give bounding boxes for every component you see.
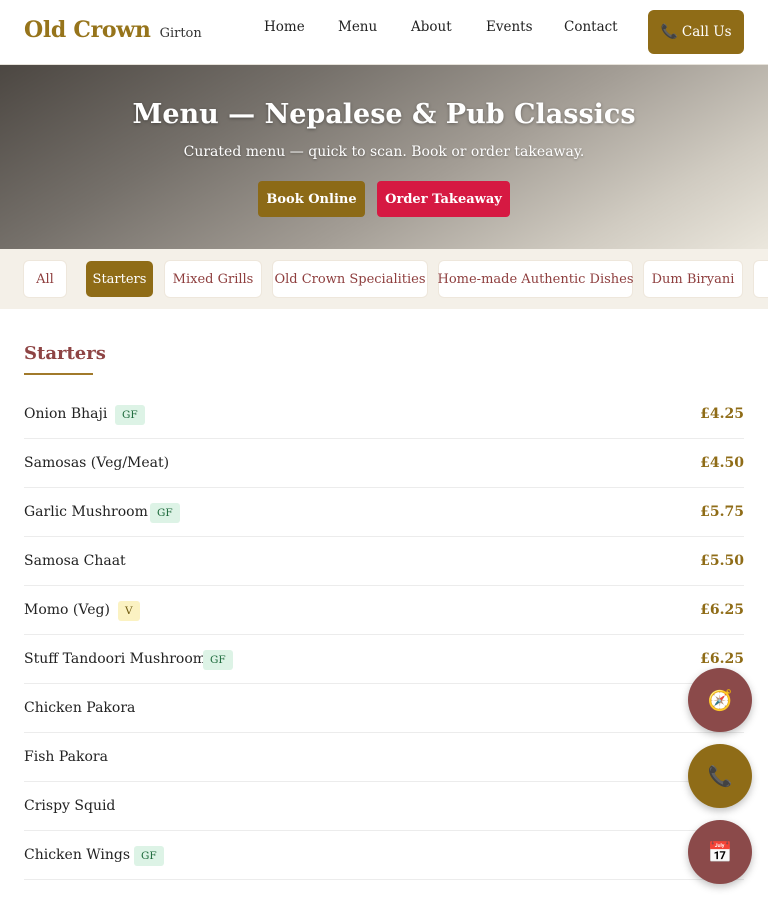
call-us-label: Call Us [681, 24, 732, 40]
calendar-icon: 📅 [707, 840, 733, 864]
menu-item-row[interactable]: Garlic Mushroom GF £5.75 [24, 488, 744, 537]
call-us-button[interactable]: 📞 Call Us [648, 10, 744, 54]
category-chip-dum-biryani[interactable]: Dum Biryani [644, 261, 742, 297]
compass-icon: 🧭 [707, 688, 733, 712]
hero-banner: Menu — Nepalese & Pub Classics Curated m… [0, 65, 768, 249]
category-filter-bar: All Starters Mixed Grills Old Crown Spec… [0, 249, 768, 309]
menu-item-price: £5.75 [700, 504, 744, 520]
menu-item-name: Stuff Tandoori Mushroom [24, 651, 207, 667]
category-chip-all[interactable]: All [24, 261, 66, 297]
nav-about[interactable]: About [411, 19, 452, 35]
category-chip-specialities[interactable]: Old Crown Specialities [273, 261, 427, 297]
hero-subtitle: Curated menu — quick to scan. Book or or… [183, 144, 585, 160]
menu-item-price: £6.25 [700, 602, 744, 618]
menu-item-row[interactable]: Stuff Tandoori Mushroom GF £6.25 [24, 635, 744, 684]
phone-icon: 📞 [660, 24, 678, 40]
nav-events[interactable]: Events [486, 19, 533, 35]
phone-icon: 📞 [707, 764, 733, 788]
menu-item-name: Fish Pakora [24, 749, 108, 765]
menu-item-name: Crispy Squid [24, 798, 116, 814]
nav-home[interactable]: Home [264, 19, 305, 35]
category-chip-mixed-grills[interactable]: Mixed Grills [165, 261, 261, 297]
menu-item-row[interactable]: Onion Bhaji GF £4.25 [24, 390, 744, 439]
menu-item-row[interactable]: Chicken Pakora [24, 684, 744, 733]
menu-item-row[interactable]: Momo (Veg) V £6.25 [24, 586, 744, 635]
call-fab[interactable]: 📞 [688, 744, 752, 808]
menu-item-name: Chicken Pakora [24, 700, 136, 716]
nav-contact[interactable]: Contact [564, 19, 618, 35]
menu-item-price: £6.25 [700, 651, 744, 667]
page-title: Menu — Nepalese & Pub Classics [132, 99, 636, 130]
vegetarian-badge: V [118, 601, 140, 621]
category-chip-home-made[interactable]: Home-made Authentic Dishes [438, 261, 634, 297]
section-title: Starters [24, 343, 106, 364]
gluten-free-badge: GF [150, 503, 180, 523]
menu-item-name: Garlic Mushroom [24, 504, 148, 520]
menu-item-price: £4.25 [700, 406, 744, 422]
menu-list: Onion Bhaji GF £4.25 Samosas (Veg/Meat) … [24, 390, 744, 880]
book-online-button[interactable]: Book Online [258, 181, 365, 217]
nav-menu[interactable]: Menu [338, 19, 377, 35]
menu-item-row[interactable]: Fish Pakora [24, 733, 744, 782]
category-chip-overflow[interactable] [754, 261, 768, 297]
gluten-free-badge: GF [203, 650, 233, 670]
category-chip-starters[interactable]: Starters [86, 261, 153, 297]
gluten-free-badge: GF [115, 405, 145, 425]
site-header: Old Crown Girton Home Menu About Events … [0, 0, 768, 65]
menu-item-name: Momo (Veg) [24, 602, 110, 618]
gluten-free-badge: GF [134, 846, 164, 866]
menu-item-price: £4.50 [700, 455, 744, 471]
menu-item-name: Onion Bhaji [24, 406, 108, 422]
directions-fab[interactable]: 🧭 [688, 668, 752, 732]
section-underline [24, 373, 93, 375]
menu-item-name: Chicken Wings [24, 847, 131, 863]
order-takeaway-button[interactable]: Order Takeaway [377, 181, 510, 217]
menu-item-row[interactable]: Samosas (Veg/Meat) £4.50 [24, 439, 744, 488]
menu-item-row[interactable]: Samosa Chaat £5.50 [24, 537, 744, 586]
menu-item-row[interactable]: Chicken Wings GF [24, 831, 744, 880]
menu-item-name: Samosa Chaat [24, 553, 126, 569]
menu-item-price: £5.50 [700, 553, 744, 569]
menu-item-name: Samosas (Veg/Meat) [24, 455, 170, 471]
menu-item-row[interactable]: Crispy Squid [24, 782, 744, 831]
booking-fab[interactable]: 📅 [688, 820, 752, 884]
